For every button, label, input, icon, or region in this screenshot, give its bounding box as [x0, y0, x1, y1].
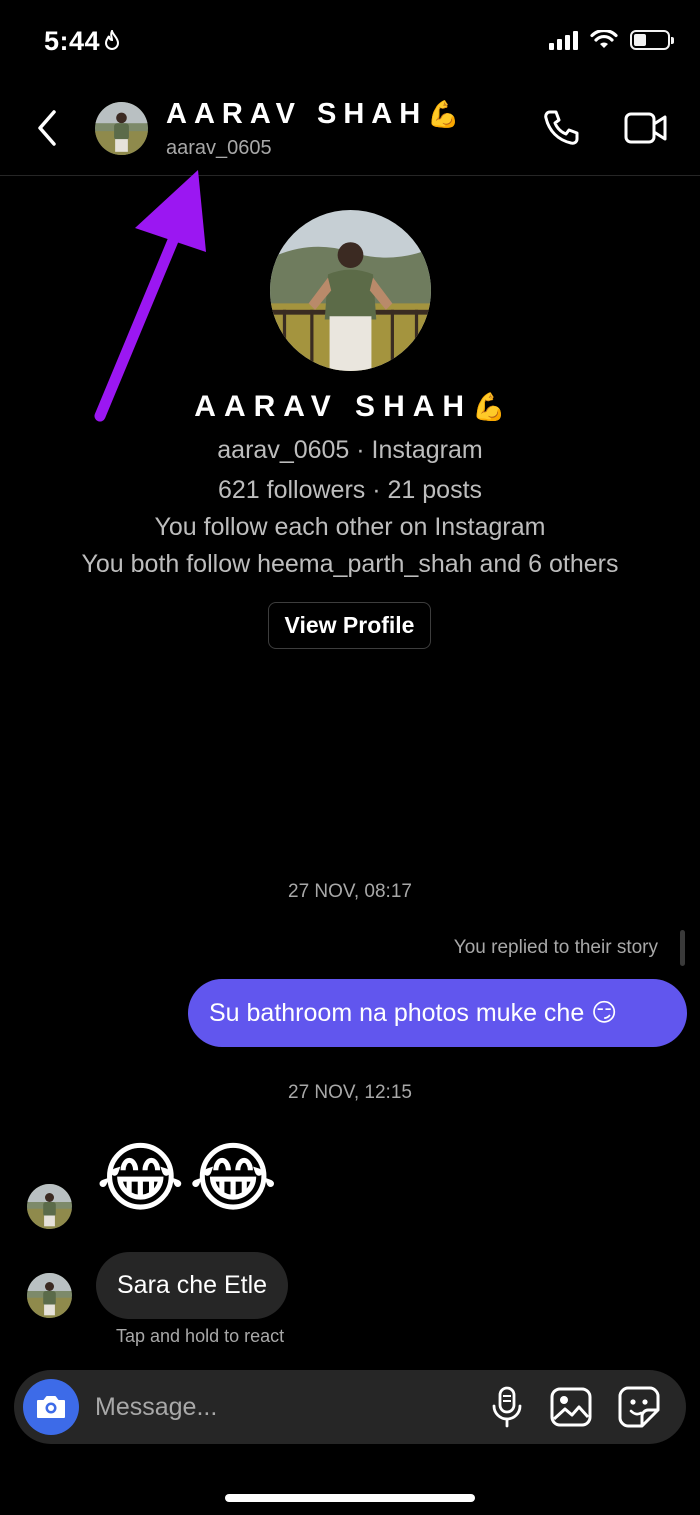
- chat-header: AARAV SHAH💪 aarav_0605: [0, 80, 700, 176]
- flexed-biceps-icon: 💪: [472, 392, 506, 423]
- status-time: 5:44: [44, 26, 120, 57]
- sender-avatar[interactable]: [27, 1184, 72, 1229]
- gallery-icon[interactable]: [550, 1387, 592, 1427]
- sender-avatar[interactable]: [27, 1273, 72, 1318]
- sticker-icon[interactable]: [618, 1386, 660, 1428]
- message-input[interactable]: [95, 1370, 475, 1444]
- received-message-bubble[interactable]: Sara che Etle: [96, 1252, 289, 1319]
- microphone-icon[interactable]: [490, 1386, 524, 1428]
- view-profile-button[interactable]: View Profile: [268, 602, 431, 649]
- phone-icon[interactable]: [541, 108, 581, 148]
- profile-name: AARAV SHAH💪: [0, 390, 700, 424]
- wifi-icon: [590, 30, 618, 48]
- back-chevron-icon[interactable]: [30, 108, 64, 148]
- video-camera-icon[interactable]: [624, 111, 668, 145]
- react-hint: Tap and hold to react: [116, 1326, 285, 1346]
- profile-name-text: AARAV SHAH: [194, 390, 473, 423]
- camera-button[interactable]: [23, 1379, 79, 1435]
- story-reply-label: You replied to their story: [453, 937, 658, 958]
- camera-icon: [37, 1396, 65, 1418]
- scroll-indicator[interactable]: [680, 930, 685, 966]
- focus-mode-icon: [105, 28, 120, 50]
- battery-icon: [630, 30, 674, 50]
- message-timestamp: 27 NOV, 12:15: [288, 1082, 412, 1103]
- profile-mutual-followers-line: You both follow heema_parth_shah and 6 o…: [81, 550, 619, 578]
- status-icons: [549, 30, 674, 50]
- sent-message-bubble[interactable]: Su bathroom na photos muke che 😏: [188, 979, 687, 1047]
- header-username[interactable]: aarav_0605: [166, 137, 272, 160]
- profile-username-line: aarav_0605 · Instagram: [217, 436, 483, 464]
- signal-icon: [549, 30, 578, 50]
- header-name[interactable]: AARAV SHAH💪: [166, 98, 460, 131]
- header-avatar[interactable]: [95, 102, 148, 155]
- profile-avatar[interactable]: [270, 210, 431, 371]
- received-emoji-message[interactable]: 😂😂: [96, 1140, 282, 1216]
- status-time-text: 5:44: [44, 26, 101, 56]
- message-composer: [14, 1370, 686, 1444]
- profile-mutual-follow-line: You follow each other on Instagram: [154, 513, 546, 541]
- home-indicator[interactable]: [225, 1494, 475, 1502]
- message-timestamp: 27 NOV, 08:17: [288, 881, 412, 902]
- profile-stats-line: 621 followers · 21 posts: [217, 476, 483, 504]
- header-name-text: AARAV SHAH: [166, 98, 428, 130]
- flexed-biceps-icon: 💪: [427, 100, 460, 130]
